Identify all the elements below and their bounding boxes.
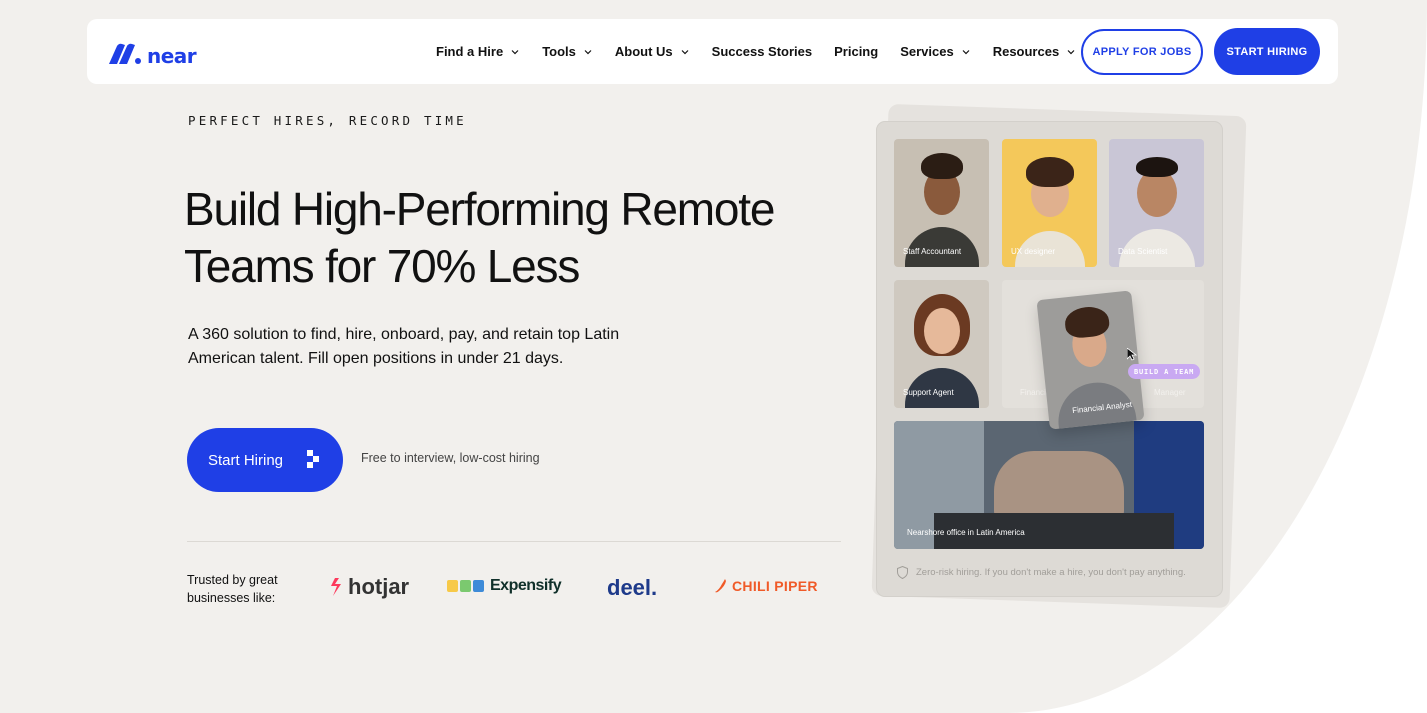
office-tile: Nearshore office in Latin America xyxy=(894,421,1204,549)
divider xyxy=(187,541,841,542)
nav-about-us[interactable]: About Us xyxy=(615,44,690,59)
logo-text: near xyxy=(147,44,197,68)
chevron-down-icon xyxy=(962,49,970,54)
tile-label: UX designer xyxy=(1011,247,1056,256)
nav-label: Tools xyxy=(542,44,576,59)
main-menu: Find a Hire Tools About Us Success Stori… xyxy=(436,19,1098,84)
person-hair xyxy=(1025,157,1074,187)
deel-text: deel. xyxy=(607,575,658,600)
nav-label: About Us xyxy=(614,44,673,59)
nav-label: Pricing xyxy=(834,44,879,59)
cta-note: Free to interview, low-cost hiring xyxy=(361,451,540,465)
chevron-down-icon xyxy=(511,49,519,54)
chili-piper-logo: CHILI PIPER xyxy=(713,578,818,594)
hotjar-flame-icon xyxy=(331,578,341,596)
nav-tools[interactable]: Tools xyxy=(542,44,593,59)
chili-piper-text: CHILI PIPER xyxy=(732,578,818,594)
hotjar-logo: hotjar xyxy=(329,574,409,600)
top-navigation: near Find a Hire Tools About Us Success … xyxy=(87,19,1338,84)
headline-line-2: Teams for 70% Less xyxy=(184,240,580,292)
nav-label: Success Stories xyxy=(711,44,813,59)
chevron-down-icon xyxy=(584,49,592,54)
expensify-text: Expensify xyxy=(490,577,562,594)
hotjar-text: hotjar xyxy=(348,574,410,599)
talent-tile: UX designer xyxy=(1002,139,1097,267)
nav-label: Services xyxy=(900,44,954,59)
zero-risk-text: Zero-risk hiring. If you don't make a hi… xyxy=(916,567,1186,578)
cursor-icon xyxy=(1127,348,1137,361)
near-logo-mark-icon xyxy=(109,43,141,64)
hero-subtext: A 360 solution to find, hire, onboard, p… xyxy=(188,326,620,367)
expensify-logo: Expensify xyxy=(447,577,562,595)
nav-resources[interactable]: Resources xyxy=(993,44,1076,59)
nav-success-stories[interactable]: Success Stories xyxy=(712,44,812,59)
tile-label: Data Scientist xyxy=(1118,247,1168,256)
talent-tile: Data Scientist xyxy=(1109,139,1204,267)
shield-icon xyxy=(897,566,908,579)
build-a-team-badge[interactable]: BUILD A TEAM xyxy=(1128,364,1201,379)
person-hair xyxy=(1135,157,1178,177)
expensify-icons xyxy=(447,580,484,592)
office-people xyxy=(994,451,1124,521)
deel-logo: deel. xyxy=(607,575,657,601)
person-face xyxy=(923,308,960,354)
headline-line-1: Build High-Performing Remote xyxy=(184,183,775,235)
pixel-arrow-icon xyxy=(307,450,319,468)
nav-services[interactable]: Services xyxy=(900,44,971,59)
trusted-label: Trusted by great businesses like: xyxy=(187,573,278,605)
tile-label: Support Agent xyxy=(903,388,954,397)
chevron-down-icon xyxy=(681,49,689,54)
nav-label: Resources xyxy=(992,44,1060,59)
tile-label: Staff Accountant xyxy=(903,247,962,256)
person-hair xyxy=(920,153,963,179)
talent-tile: Staff Accountant xyxy=(894,139,989,267)
talent-tile: Support Agent xyxy=(894,280,989,408)
apply-for-jobs-button[interactable]: APPLY FOR JOBS xyxy=(1081,29,1203,75)
nav-find-a-hire[interactable]: Find a Hire xyxy=(436,44,520,59)
chevron-down-icon xyxy=(1067,49,1075,54)
nav-label: Find a Hire xyxy=(436,44,504,59)
nav-pricing[interactable]: Pricing xyxy=(834,44,878,59)
start-hiring-nav-button[interactable]: START HIRING xyxy=(1214,28,1320,75)
cta-label: Start Hiring xyxy=(208,451,284,469)
start-hiring-cta-button[interactable]: Start Hiring xyxy=(187,428,343,492)
tile-label: Nearshore office in Latin America xyxy=(907,528,1025,537)
hero-headline: Build High-Performing Remote Teams for 7… xyxy=(184,181,824,295)
chili-pepper-icon xyxy=(715,579,726,593)
zero-risk-note: Zero-risk hiring. If you don't make a hi… xyxy=(897,566,1186,579)
tile-label: Manager xyxy=(1154,388,1186,397)
near-logo[interactable]: near xyxy=(107,38,197,68)
hero-eyebrow: PERFECT HIRES, RECORD TIME xyxy=(188,113,467,128)
